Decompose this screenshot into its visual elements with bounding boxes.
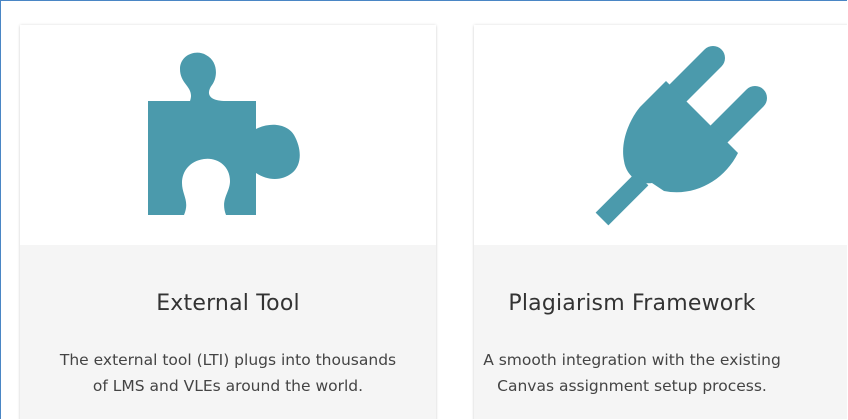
- puzzle-piece-icon: [148, 52, 300, 216]
- card-image-area: [20, 25, 436, 245]
- description-line: A smooth integration with the existing: [483, 351, 781, 369]
- integration-options-panel: External Tool The external tool (LTI) pl…: [0, 0, 847, 419]
- external-tool-card[interactable]: External Tool The external tool (LTI) pl…: [20, 25, 436, 419]
- description-line: of LMS and VLEs around the world.: [92, 377, 364, 395]
- card-image-area: [474, 25, 847, 245]
- card-description: The external tool (LTI) plugs into thous…: [20, 347, 436, 399]
- card-title: Plagiarism Framework: [508, 291, 756, 316]
- plagiarism-framework-card[interactable]: Plagiarism Framework A smooth integratio…: [474, 25, 847, 419]
- description-line: Canvas assignment setup process.: [497, 377, 767, 395]
- card-title: External Tool: [156, 291, 300, 316]
- description-line: The external tool (LTI) plugs into thous…: [59, 351, 397, 369]
- plug-icon: [595, 46, 767, 226]
- card-description: A smooth integration with the existing C…: [474, 347, 790, 399]
